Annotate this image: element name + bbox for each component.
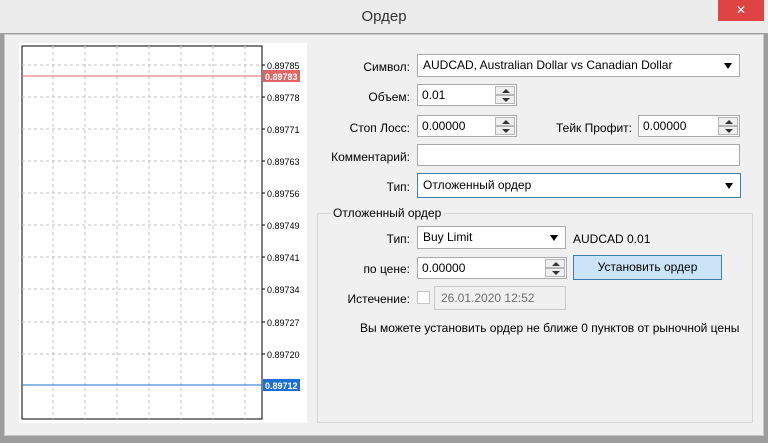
- chevron-down-icon: [725, 183, 733, 189]
- chevron-down-icon: [724, 63, 732, 69]
- expiry-datetime-input: 26.01.2020 12:52: [434, 286, 566, 310]
- volume-decrement-icon[interactable]: [495, 95, 515, 104]
- takeprofit-label: Тейк Профит:: [556, 121, 632, 135]
- takeprofit-stepper[interactable]: [718, 117, 738, 135]
- chart-price-label: 0.89756: [267, 189, 300, 199]
- expiry-value: 26.01.2020 12:52: [441, 291, 535, 305]
- order-type-select[interactable]: Отложенный ордер: [417, 173, 741, 198]
- chevron-down-icon: [550, 235, 558, 241]
- chart-price-label: 0.89720: [267, 350, 300, 360]
- pending-price-decrement-icon[interactable]: [545, 268, 565, 277]
- order-type-label: Тип:: [386, 180, 410, 194]
- pending-price-value: 0.00000: [422, 261, 466, 275]
- stoploss-input[interactable]: 0.00000: [417, 115, 517, 137]
- window-title: Ордер: [361, 8, 407, 25]
- chart-price-label: 0.89778: [267, 93, 300, 103]
- ask-price-label: 0.89783: [265, 72, 298, 82]
- symbol-label: Символ:: [363, 60, 410, 74]
- stoploss-stepper[interactable]: [495, 117, 515, 135]
- expiry-label: Истечение:: [347, 292, 410, 306]
- comment-label: Комментарий:: [331, 150, 410, 164]
- takeprofit-input[interactable]: 0.00000: [638, 115, 740, 137]
- symbol-select[interactable]: AUDCAD, Australian Dollar vs Canadian Do…: [417, 54, 740, 77]
- close-icon: ✕: [735, 3, 747, 17]
- tick-chart-svg: 0.89785 0.89778 0.89771 0.89763 0.89756 0.897…: [21, 45, 300, 420]
- pending-type-label: Тип:: [386, 232, 410, 246]
- close-button[interactable]: ✕: [718, 0, 764, 21]
- pending-price-input[interactable]: 0.00000: [417, 257, 567, 279]
- stoploss-decrement-icon[interactable]: [495, 126, 515, 135]
- chart-price-label: 0.89785: [267, 61, 300, 71]
- stoploss-label: Стоп Лосс:: [349, 121, 410, 135]
- bid-price-label: 0.89712: [265, 381, 298, 391]
- chart-price-label: 0.89749: [267, 221, 300, 231]
- chart-price-label: 0.89763: [267, 157, 300, 167]
- chart-price-label: 0.89741: [267, 253, 300, 263]
- takeprofit-value: 0.00000: [643, 119, 687, 133]
- takeprofit-decrement-icon[interactable]: [718, 126, 738, 135]
- volume-label: Объем:: [368, 90, 410, 104]
- takeprofit-increment-icon[interactable]: [718, 117, 738, 126]
- pending-price-label: по цене:: [363, 262, 410, 276]
- volume-stepper[interactable]: [495, 86, 515, 104]
- volume-increment-icon[interactable]: [495, 86, 515, 95]
- pending-type-value: Buy Limit: [423, 230, 473, 244]
- pending-summary: AUDCAD 0.01: [573, 232, 651, 246]
- pending-note: Вы можете установить ордер не ближе 0 пу…: [360, 321, 740, 335]
- stoploss-increment-icon[interactable]: [495, 117, 515, 126]
- pending-price-increment-icon[interactable]: [545, 259, 565, 268]
- pending-type-select[interactable]: Buy Limit: [417, 226, 566, 249]
- pending-price-stepper[interactable]: [545, 259, 565, 277]
- expiry-checkbox[interactable]: [417, 291, 430, 304]
- chart-price-label: 0.89727: [267, 318, 300, 328]
- chart-price-label: 0.89734: [267, 285, 300, 295]
- pending-order-group-title: Отложенный ордер: [330, 206, 445, 220]
- tick-chart: 0.89785 0.89778 0.89771 0.89763 0.89756 0.897…: [19, 43, 307, 423]
- chart-price-label: 0.89771: [267, 125, 300, 135]
- stoploss-value: 0.00000: [422, 119, 466, 133]
- symbol-value: AUDCAD, Australian Dollar vs Canadian Do…: [423, 58, 673, 72]
- volume-input[interactable]: 0.01: [417, 84, 517, 106]
- order-type-value: Отложенный ордер: [423, 178, 532, 192]
- place-order-button[interactable]: Установить ордер: [573, 255, 722, 280]
- comment-input[interactable]: [417, 144, 740, 166]
- volume-value: 0.01: [422, 88, 446, 102]
- chart-plot-area: [21, 45, 263, 420]
